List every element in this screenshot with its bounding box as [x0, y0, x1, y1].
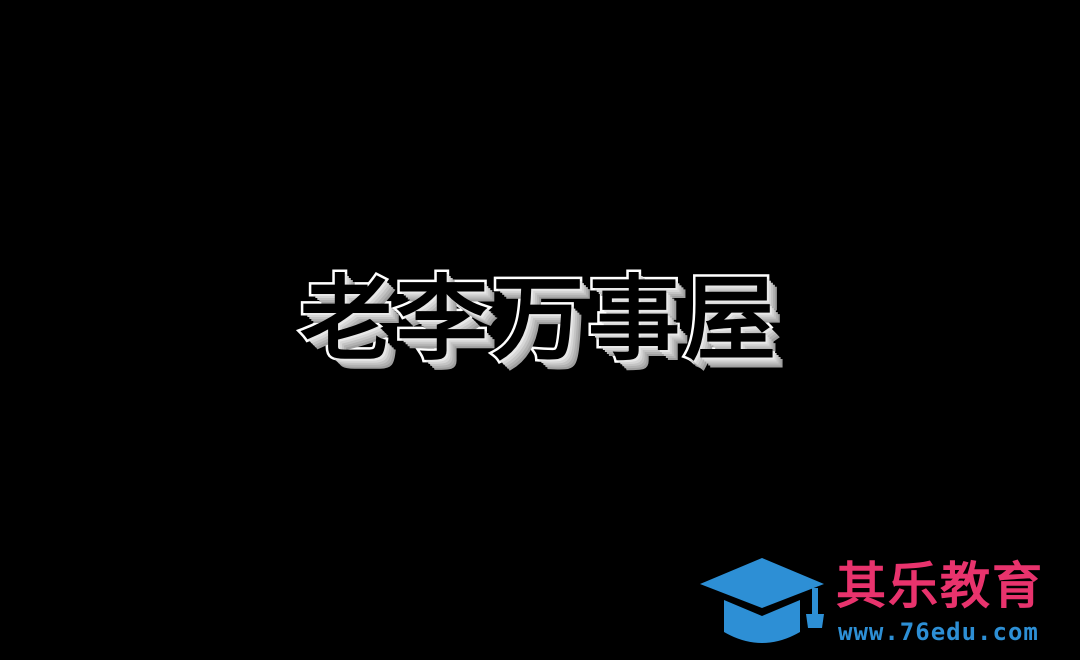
graduation-cap-icon [700, 558, 824, 643]
brand-url: www.76edu.com [838, 618, 1039, 646]
title-text: 老李万事屋 [297, 264, 780, 376]
video-frame: 老李万事屋 其乐教育 www.76edu.com [0, 0, 1080, 660]
brand-name: 其乐教育 [836, 557, 1044, 615]
brand-logo: 其乐教育 www.76edu.com [700, 552, 1072, 652]
